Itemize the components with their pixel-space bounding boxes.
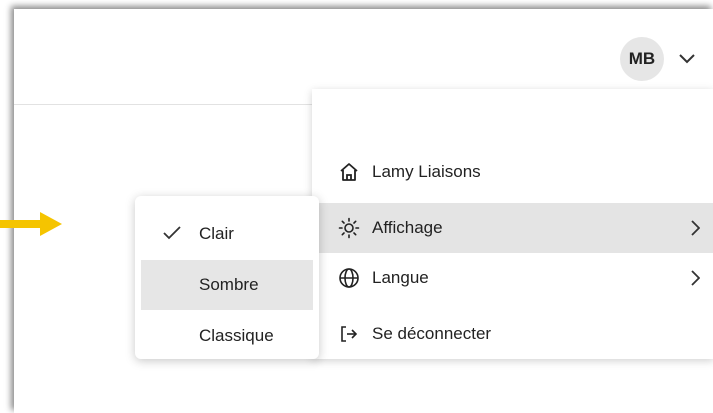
sun-icon <box>338 217 360 239</box>
theme-option-sombre[interactable]: Sombre <box>141 260 313 310</box>
display-submenu: Clair Sombre Classique <box>135 196 319 359</box>
home-icon <box>338 161 360 183</box>
chevron-right-icon <box>691 220 700 236</box>
app-window: MB Lamy Liaisons Affichage Langue Se déc… <box>14 9 713 413</box>
chevron-right-icon <box>691 270 700 286</box>
theme-option-label: Classique <box>199 326 274 345</box>
theme-option-label: Sombre <box>199 275 259 294</box>
menu-item-langue[interactable]: Langue <box>312 253 713 303</box>
arrow-right-icon <box>0 212 62 236</box>
menu-item-label: Affichage <box>372 218 443 237</box>
user-avatar[interactable]: MB <box>620 37 664 81</box>
menu-item-label: Langue <box>372 268 429 287</box>
globe-icon <box>338 267 360 289</box>
theme-option-classique[interactable]: Classique <box>141 311 313 359</box>
menu-item-label: Se déconnecter <box>372 324 492 343</box>
menu-item-lamy-liaisons[interactable]: Lamy Liaisons <box>312 147 713 197</box>
logout-icon <box>338 323 360 345</box>
theme-option-label: Clair <box>199 224 234 243</box>
menu-item-affichage[interactable]: Affichage <box>312 203 713 253</box>
account-menu: Lamy Liaisons Affichage Langue Se déconn… <box>312 89 713 359</box>
chevron-down-icon[interactable] <box>678 51 696 65</box>
theme-option-clair[interactable]: Clair <box>141 209 313 259</box>
menu-item-label: Lamy Liaisons <box>372 162 481 181</box>
menu-item-se-deconnecter[interactable]: Se déconnecter <box>312 309 713 359</box>
check-icon <box>163 226 181 240</box>
